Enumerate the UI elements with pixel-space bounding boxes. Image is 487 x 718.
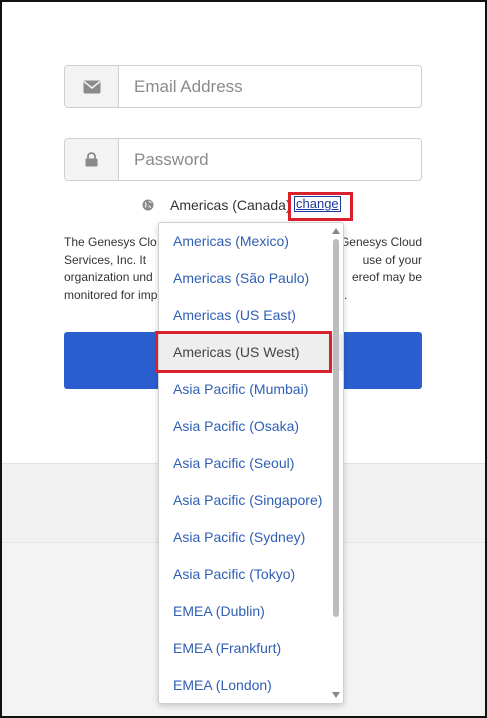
region-selector: Americas (Canada) (142, 195, 291, 215)
region-option[interactable]: Asia Pacific (Seoul) (159, 445, 343, 482)
region-dropdown[interactable]: Americas (Mexico) Americas (São Paulo) A… (158, 222, 344, 704)
region-option[interactable]: EMEA (Frankfurt) (159, 630, 343, 667)
region-option[interactable]: Asia Pacific (Mumbai) (159, 371, 343, 408)
email-input[interactable] (119, 66, 421, 107)
legal-line-1: The Genesys Clo (64, 235, 157, 249)
globe-icon (142, 199, 154, 211)
region-option[interactable]: Americas (US East) (159, 297, 343, 334)
legal-line-2-end: use of your (362, 252, 422, 267)
region-option[interactable]: EMEA (Dublin) (159, 593, 343, 630)
lock-icon (65, 139, 119, 180)
email-input-group (64, 65, 422, 108)
change-region-link[interactable]: change (294, 196, 341, 212)
scroll-down-arrow-icon[interactable] (332, 692, 340, 698)
legal-line-4: monitored for imp (64, 287, 158, 302)
legal-line-3-end: ereof may be (351, 270, 422, 284)
region-option-hovered[interactable]: Americas (US West) (159, 334, 343, 371)
dropdown-scrollbar[interactable] (331, 223, 341, 703)
region-option[interactable]: Asia Pacific (Tokyo) (159, 556, 343, 593)
region-option[interactable]: Americas (São Paulo) (159, 260, 343, 297)
password-input-group (64, 138, 422, 181)
password-input[interactable] (119, 139, 421, 180)
region-option[interactable]: Asia Pacific (Singapore) (159, 482, 343, 519)
scroll-up-arrow-icon[interactable] (332, 228, 340, 234)
region-options-list: Americas (Mexico) Americas (São Paulo) A… (159, 223, 343, 703)
region-option[interactable]: Asia Pacific (Sydney) (159, 519, 343, 556)
scrollbar-thumb[interactable] (333, 239, 339, 617)
region-option[interactable]: Americas (Mexico) (159, 223, 343, 260)
current-region-label: Americas (Canada) (170, 197, 291, 213)
legal-line-1-end: Genesys Cloud (339, 235, 422, 249)
legal-line-4-end: . (344, 287, 348, 302)
region-option[interactable]: Asia Pacific (Osaka) (159, 408, 343, 445)
legal-line-3: organization und (64, 270, 153, 284)
region-option[interactable]: EMEA (London) (159, 667, 343, 703)
legal-line-2: Services, Inc. It (64, 252, 147, 267)
envelope-icon (65, 66, 119, 107)
